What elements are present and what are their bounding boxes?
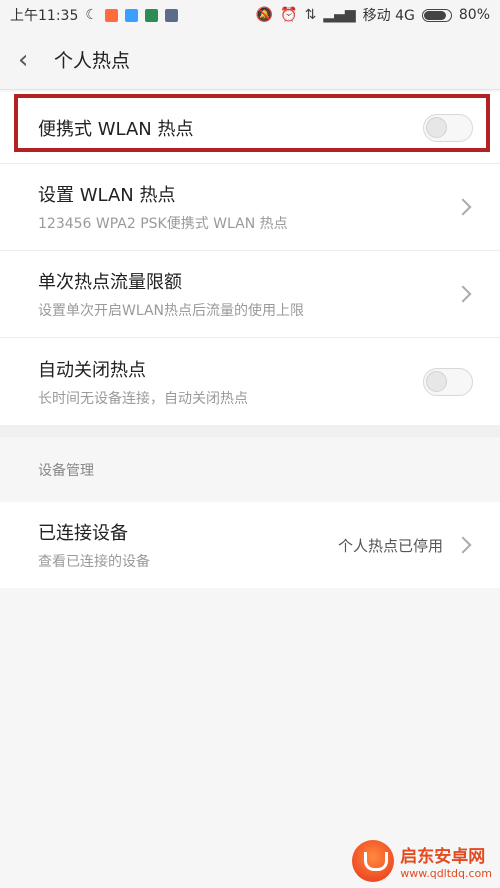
chevron-left-icon[interactable]: ‹ <box>18 47 54 73</box>
data-limit-row[interactable]: 单次热点流量限额 设置单次开启WLAN热点后流量的使用上限 <box>0 251 500 338</box>
hotspot-status-value: 个人热点已停用 <box>337 536 443 555</box>
setup-wlan-label: 设置 WLAN 热点 <box>38 185 176 206</box>
app-notification-icon <box>124 8 138 22</box>
status-bar: 上午11:35 ☾ 🔕 ⏰ ⇅ ▂▄▆ 移动 4G 80% <box>0 0 500 30</box>
auto-close-hotspot-row[interactable]: 自动关闭热点 长时间无设备连接，自动关闭热点 <box>0 338 500 425</box>
page-title: 个人热点 <box>54 50 131 72</box>
setup-wlan-hotspot-row[interactable]: 设置 WLAN 热点 123456 WPA2 PSK便携式 WLAN 热点 <box>0 164 500 251</box>
action-bar: ‹ 个人热点 <box>0 30 500 90</box>
auto-close-toggle[interactable] <box>423 367 473 396</box>
moon-icon: ☾ <box>85 7 98 23</box>
chevron-right-icon <box>454 536 472 554</box>
app-notification-icon <box>144 8 158 22</box>
signal-icon: ▂▄▆ <box>323 7 356 23</box>
alarm-icon: ⏰ <box>280 7 298 23</box>
app-notification-icon <box>104 8 118 22</box>
status-time: 上午11:35 <box>10 8 79 24</box>
auto-close-label: 自动关闭热点 <box>38 359 146 381</box>
battery-percent: 80% <box>458 7 490 23</box>
hotspot-settings-group: 便携式 WLAN 热点 设置 WLAN 热点 123456 WPA2 PSK便携… <box>0 92 500 425</box>
watermark-logo-icon <box>352 840 395 882</box>
portable-wlan-toggle[interactable] <box>423 113 473 142</box>
data-limit-label: 单次热点流量限额 <box>38 272 182 293</box>
connected-devices-row[interactable]: 已连接设备 查看已连接的设备 个人热点已停用 <box>0 502 500 588</box>
portable-wlan-hotspot-row[interactable]: 便携式 WLAN 热点 <box>0 92 500 164</box>
device-management-header: 设备管理 <box>0 437 500 502</box>
connected-devices-subtitle: 查看已连接的设备 <box>38 554 150 570</box>
watermark-name: 启东安卓网 <box>400 847 486 867</box>
chevron-right-icon <box>454 285 472 303</box>
watermark-url: www.qdltdq.com <box>400 867 492 880</box>
carrier-label: 移动 4G <box>362 8 415 24</box>
auto-close-subtitle: 长时间无设备连接，自动关闭热点 <box>38 390 248 407</box>
data-limit-subtitle: 设置单次开启WLAN热点后流量的使用上限 <box>38 303 305 319</box>
watermark: 启东安卓网 www.qdltdq.com <box>352 840 492 882</box>
app-notification-icon <box>164 8 178 22</box>
section-gap <box>0 425 500 437</box>
mute-icon: 🔕 <box>255 7 274 23</box>
data-icon: ⇅ <box>304 7 317 23</box>
portable-wlan-label: 便携式 WLAN 热点 <box>38 118 194 140</box>
connected-devices-label: 已连接设备 <box>38 523 128 544</box>
battery-icon <box>421 8 452 22</box>
setup-wlan-subtitle: 123456 WPA2 PSK便携式 WLAN 热点 <box>38 216 288 232</box>
device-management-group: 已连接设备 查看已连接的设备 个人热点已停用 <box>0 502 500 588</box>
status-bar-left: 上午11:35 ☾ <box>10 5 178 25</box>
status-bar-right: 🔕 ⏰ ⇅ ▂▄▆ 移动 4G 80% <box>256 5 490 25</box>
chevron-right-icon <box>454 198 472 216</box>
